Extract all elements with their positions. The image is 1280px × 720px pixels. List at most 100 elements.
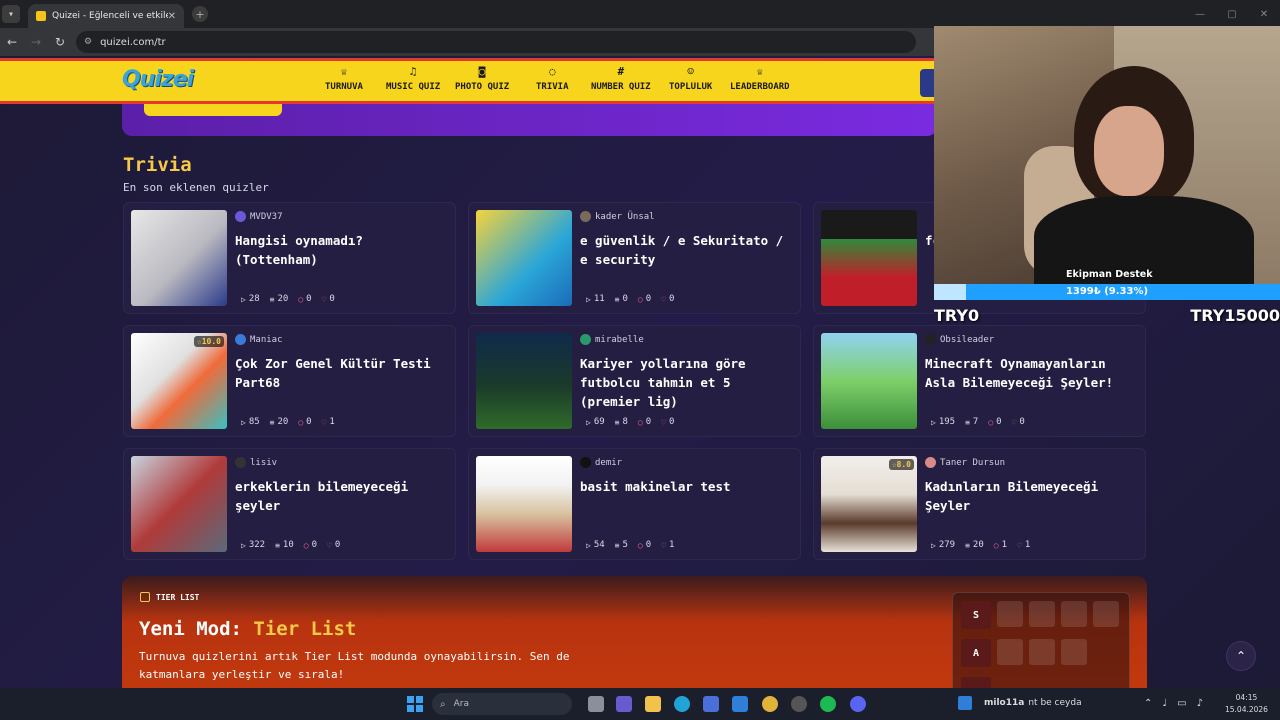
- quiz-author[interactable]: MVDV37: [235, 211, 283, 222]
- tier-label-b: [961, 677, 991, 688]
- volume-icon[interactable]: ♪: [1197, 698, 1203, 709]
- chrome-icon[interactable]: [762, 696, 778, 712]
- author-name: Maniac: [250, 334, 283, 345]
- author-name: MVDV37: [250, 211, 283, 222]
- display-icon[interactable]: ▭: [1177, 698, 1186, 709]
- taskbar-search-placeholder: Ara: [453, 699, 469, 709]
- minimize-icon[interactable]: —: [1184, 9, 1216, 20]
- heart-icon: ♡: [661, 417, 666, 427]
- nav-item-music-quiz[interactable]: ♫ MUSIC QUIZ: [386, 65, 440, 92]
- play-icon: ▷: [586, 294, 591, 304]
- taskbar-search[interactable]: ⌕ Ara: [432, 693, 572, 715]
- questions-count: 10: [282, 540, 294, 550]
- mail-icon[interactable]: [732, 696, 748, 712]
- obs-icon[interactable]: [791, 696, 807, 712]
- nav-item-leaderboard[interactable]: ♕ LEADERBOARD: [730, 65, 790, 92]
- nav-label: TOPLULUK: [669, 82, 713, 92]
- avatar: [580, 334, 591, 345]
- tab-search-button[interactable]: ▾: [2, 5, 20, 23]
- quiz-author[interactable]: Obsileader: [925, 334, 994, 345]
- nav-item-turnuva[interactable]: ♕ TURNUVA: [325, 65, 363, 92]
- questions-stat: ≡ 20: [965, 540, 984, 550]
- reload-icon[interactable]: ↻: [48, 35, 72, 49]
- quiz-title[interactable]: Minecraft Oynamayanların Asla Bilemeyece…: [925, 354, 1143, 392]
- questions-stat: ≡ 7: [965, 417, 978, 427]
- questions-stat: ≡ 0: [615, 294, 628, 304]
- quiz-author[interactable]: Maniac: [235, 334, 283, 345]
- close-window-icon[interactable]: ✕: [1248, 9, 1280, 20]
- edge-icon[interactable]: [674, 696, 690, 712]
- nav-item-photo-quiz[interactable]: ◙ PHOTO QUIZ: [455, 65, 509, 92]
- taskbar-notification[interactable]: milo11a nt be ceyda: [958, 696, 1082, 710]
- quiz-card[interactable]: ☆10.0 Maniac Çok Zor Genel Kültür Testi Pa…: [123, 325, 456, 437]
- plays-stat: ▷ 11: [586, 294, 605, 304]
- likes-count: 0: [669, 417, 675, 427]
- tier-label-a: A: [961, 639, 991, 667]
- new-tab-button[interactable]: +: [192, 6, 208, 22]
- quiz-title[interactable]: e güvenlik / e Sekuritato / e security: [580, 231, 798, 269]
- comments-stat: ◯ 0: [304, 540, 317, 550]
- task-view-icon[interactable]: [588, 696, 604, 712]
- camera-icon: ◙: [478, 65, 486, 78]
- nav-item-trivia[interactable]: ◌ TRIVIA: [536, 65, 569, 92]
- likes-stat: ♡ 1: [322, 417, 335, 427]
- site-info-icon[interactable]: ⚙: [84, 37, 92, 47]
- quiz-author[interactable]: lisiv: [235, 457, 277, 468]
- quiz-title[interactable]: Hangisi oynamadı? (Tottenham): [235, 231, 453, 269]
- quiz-title[interactable]: basit makinelar test: [580, 477, 798, 496]
- quiz-author[interactable]: Taner Dursun: [925, 457, 1005, 468]
- plays-count: 85: [248, 417, 260, 427]
- comment-icon: ◯: [298, 294, 304, 304]
- quiz-stats: ▷ 28 ≡ 20 ◯ 0 ♡ 0: [241, 294, 345, 304]
- windows-start-icon[interactable]: [407, 696, 423, 712]
- quiz-author[interactable]: demir: [580, 457, 622, 468]
- tier-list-banner[interactable]: TIER LIST Yeni Mod: Tier List Turnuva qu…: [122, 576, 1147, 688]
- discord-icon[interactable]: [850, 696, 866, 712]
- tier-title: Yeni Mod: Tier List: [139, 618, 356, 640]
- quiz-author[interactable]: mirabelle: [580, 334, 644, 345]
- spotify-icon[interactable]: [820, 696, 836, 712]
- questions-stat: ≡ 8: [615, 417, 628, 427]
- quiz-author[interactable]: kader Ünsal: [580, 211, 655, 222]
- likes-stat: ♡ 0: [661, 417, 674, 427]
- microphone-icon[interactable]: ♩: [1162, 698, 1167, 709]
- nav-item-number-quiz[interactable]: # NUMBER QUIZ: [591, 65, 651, 92]
- hero-cta-button[interactable]: [144, 104, 282, 116]
- back-icon[interactable]: ←: [0, 35, 24, 49]
- close-tab-icon[interactable]: ✕: [168, 11, 176, 22]
- quiz-title[interactable]: erkeklerin bilemeyeceği şeyler: [235, 477, 453, 515]
- quiz-card[interactable]: lisiv erkeklerin bilemeyeceği şeyler ▷ 322 ≡…: [123, 448, 456, 560]
- cam-person-face: [1094, 106, 1164, 196]
- url-field[interactable]: ⚙ quizei.com/tr: [76, 31, 916, 53]
- quiz-card[interactable]: kader Ünsal e güvenlik / e Sekuritato / e…: [468, 202, 801, 314]
- quiz-card[interactable]: mirabelle Kariyer yollarına göre futbolcu…: [468, 325, 801, 437]
- quiz-card[interactable]: demir basit makinelar test ▷ 54 ≡ 5 ◯ 0 ♡ 1: [468, 448, 801, 560]
- nav-label: NUMBER QUIZ: [591, 82, 651, 92]
- scroll-to-top-button[interactable]: ⌃: [1226, 641, 1256, 671]
- quiz-card[interactable]: Obsileader Minecraft Oynamayanların Asla …: [813, 325, 1146, 437]
- quiz-card[interactable]: MVDV37 Hangisi oynamadı? (Tottenham) ▷ 28 ≡ 2…: [123, 202, 456, 314]
- quiz-thumbnail: [131, 456, 227, 552]
- tier-title-prefix: Yeni Mod:: [139, 618, 254, 640]
- quiz-title[interactable]: Çok Zor Genel Kültür Testi Part68: [235, 354, 453, 392]
- nav-item-topluluk[interactable]: ☺ TOPLULUK: [669, 65, 712, 92]
- tier-list-badge: TIER LIST: [140, 592, 199, 602]
- quiz-title[interactable]: Kariyer yollarına göre futbolcu tahmin e…: [580, 354, 798, 411]
- browser-tab[interactable]: Quizei - Eğlenceli ve etkileşimli ✕: [28, 4, 184, 28]
- maximize-icon[interactable]: ▢: [1216, 9, 1248, 20]
- forward-icon[interactable]: →: [24, 35, 48, 49]
- list-icon: ≡: [614, 540, 620, 550]
- store-icon[interactable]: [703, 696, 719, 712]
- list-icon: ≡: [614, 294, 620, 304]
- tray-chevron-icon[interactable]: ⌃: [1144, 698, 1152, 709]
- nav-label: TURNUVA: [325, 82, 363, 92]
- quiz-title[interactable]: Kadınların Bilemeyeceği Şeyler: [925, 477, 1143, 515]
- file-explorer-icon[interactable]: [645, 696, 661, 712]
- comments-stat: ◯ 0: [988, 417, 1001, 427]
- taskbar-clock[interactable]: 04:15 15.04.2026: [1225, 692, 1268, 716]
- play-icon: ▷: [931, 417, 936, 427]
- quizei-logo[interactable]: Quizei: [122, 67, 194, 92]
- comments-count: 0: [996, 417, 1002, 427]
- widgets-app-icon[interactable]: [616, 696, 632, 712]
- quiz-card[interactable]: ☆8.0 Taner Dursun Kadınların Bilemeyeceği …: [813, 448, 1146, 560]
